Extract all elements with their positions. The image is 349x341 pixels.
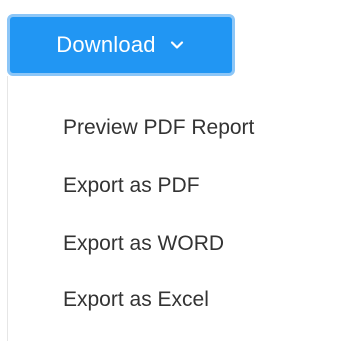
chevron-down-icon bbox=[168, 36, 186, 54]
menu-item-export-excel[interactable]: Export as Excel bbox=[63, 285, 209, 315]
menu-item-export-word[interactable]: Export as WORD bbox=[63, 229, 224, 259]
download-dropdown-menu: Preview PDF Report Export as PDF Export … bbox=[7, 76, 349, 341]
download-button[interactable]: Download bbox=[7, 14, 235, 76]
download-button-label: Download bbox=[56, 32, 156, 57]
menu-item-export-pdf[interactable]: Export as PDF bbox=[63, 171, 200, 201]
menu-item-preview-pdf-report[interactable]: Preview PDF Report bbox=[63, 113, 254, 143]
